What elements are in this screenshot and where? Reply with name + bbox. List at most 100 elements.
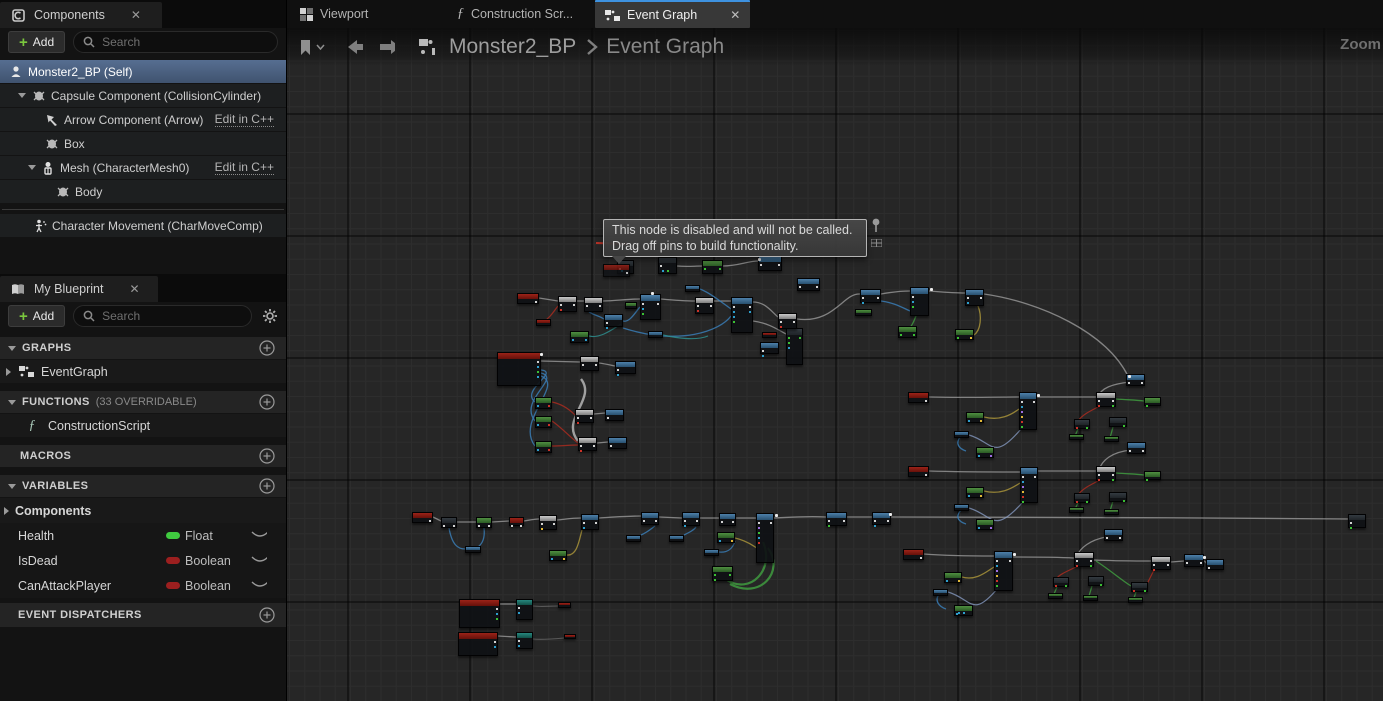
node-pin[interactable] [828,525,830,527]
graph-node[interactable] [640,294,661,320]
graph-node[interactable] [1083,595,1098,601]
node-pin[interactable] [1350,522,1352,524]
graph-node[interactable] [908,466,929,477]
tab-viewport[interactable]: Viewport [290,0,378,28]
node-pin[interactable] [978,455,980,457]
graph-node[interactable] [1127,442,1146,454]
node-pin[interactable] [642,303,644,305]
node-pin[interactable] [780,326,782,328]
node-pin[interactable] [610,445,612,447]
node-pin[interactable] [913,334,915,336]
graph-node[interactable] [584,297,603,312]
tree-row-self[interactable]: Monster2_BP (Self) [0,60,286,83]
node-pin[interactable] [1128,382,1130,384]
node-pin[interactable] [642,313,644,315]
graph-node[interactable] [778,313,797,329]
graph-node[interactable] [1019,392,1037,430]
node-pin[interactable] [1022,496,1024,498]
node-pin[interactable] [496,608,498,610]
graph-node[interactable] [976,447,994,458]
graph-node[interactable] [731,297,753,333]
node-pin[interactable] [996,575,998,577]
node-pin[interactable] [563,558,565,560]
graph-node[interactable] [1104,436,1119,442]
node-pin[interactable] [595,522,597,524]
node-pin[interactable] [780,321,782,323]
macros-section-header[interactable]: MACROS [0,445,286,467]
graph-node[interactable] [509,517,524,526]
node-pin[interactable] [518,612,520,614]
graph-node[interactable] [669,535,684,542]
graph-node[interactable] [605,409,624,421]
eventgraph-row[interactable]: EventGraph [0,360,286,383]
graph-node[interactable] [1206,559,1224,570]
node-pin[interactable] [877,297,879,299]
graph-node[interactable] [966,487,984,498]
node-pin[interactable] [590,417,592,419]
node-pin[interactable] [1112,474,1114,476]
node-pin[interactable] [710,305,712,307]
node-pin[interactable] [980,297,982,299]
graph-node[interactable] [625,302,637,309]
node-pin[interactable] [548,449,550,451]
node-pin[interactable] [1098,479,1100,481]
node-pin[interactable] [560,309,562,311]
node-pin[interactable] [1153,569,1155,571]
node-pin[interactable] [925,474,927,476]
eye-closed-icon[interactable] [251,553,267,569]
node-pin[interactable] [925,400,927,402]
node-pin[interactable] [560,304,562,306]
graph-node[interactable] [704,549,719,556]
add-component-button[interactable]: +Add [8,31,65,53]
node-pin[interactable] [537,371,539,373]
node-pin[interactable] [586,305,588,307]
add-macro-icon[interactable] [259,448,275,469]
node-pin[interactable] [599,305,601,307]
node-pin[interactable] [617,374,619,376]
node-pin[interactable] [583,522,585,524]
node-pin[interactable] [537,405,539,407]
node-pin[interactable] [1098,400,1100,402]
node-pin[interactable] [1208,567,1210,569]
node-pin[interactable] [572,339,574,341]
node-pin[interactable] [684,520,686,522]
edit-in-cpp-link[interactable]: Edit in C++ [215,112,274,127]
node-pin[interactable] [453,525,455,527]
node-pin[interactable] [488,525,490,527]
graph-node[interactable] [658,257,677,274]
node-pin[interactable] [1090,565,1092,567]
graph-node[interactable] [441,517,457,528]
node-pin[interactable] [731,540,733,542]
node-pin[interactable] [1021,416,1023,418]
graph-node[interactable] [1074,419,1090,429]
graph-node[interactable] [786,328,803,365]
graph-node[interactable] [539,515,557,530]
node-pin[interactable] [721,521,723,523]
node-pin[interactable] [537,376,539,378]
node-pin[interactable] [758,527,760,529]
node-pin[interactable] [1076,560,1078,562]
node-pin[interactable] [1076,565,1078,567]
node-pin[interactable] [900,334,902,336]
node-pin[interactable] [518,607,520,609]
node-pin[interactable] [980,495,982,497]
node-pin[interactable] [758,537,760,539]
node-pin[interactable] [1153,564,1155,566]
edit-in-cpp-link[interactable]: Edit in C++ [215,160,274,175]
node-pin[interactable] [582,364,584,366]
node-pin[interactable] [828,520,830,522]
graph-node[interactable] [1096,466,1116,481]
node-pin[interactable] [704,268,706,270]
node-pin[interactable] [799,286,801,288]
node-pin[interactable] [912,301,914,303]
graph-node[interactable] [1144,471,1161,480]
myblueprint-search-input[interactable]: Search [73,305,252,327]
node-pin[interactable] [788,337,790,339]
node-pin[interactable] [1200,562,1202,564]
forward-arrow-icon[interactable] [379,39,395,55]
node-pin[interactable] [537,366,539,368]
node-pin[interactable] [1167,564,1169,566]
node-pin[interactable] [657,303,659,305]
node-pin[interactable] [541,528,543,530]
node-pin[interactable] [1112,400,1114,402]
